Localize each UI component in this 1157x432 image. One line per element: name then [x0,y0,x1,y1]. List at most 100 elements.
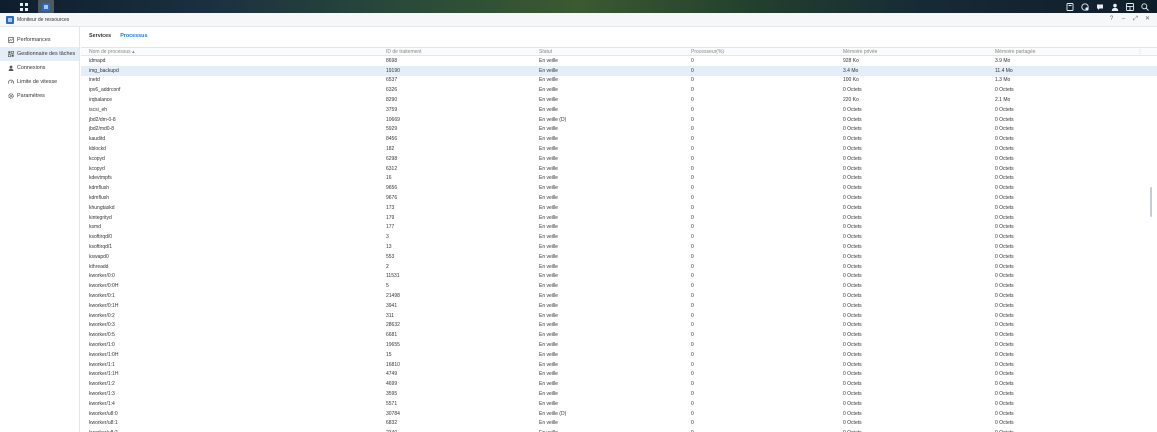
private-memory-cell: 0 Octets [843,263,862,270]
table-row[interactable]: idmapd 8698 En veille 0 928 Ko 3.9 Mo [81,56,1157,66]
table-row[interactable]: jbd2/dm-0-8 10669 En veille (D) 0 0 Octets 0 … [81,115,1157,125]
table-row[interactable]: kdmflush 9656 En veille 0 0 Octets 0 Octets [81,183,1157,193]
shared-memory-cell: 0 Octets [995,126,1014,133]
resource-monitor-app-icon[interactable] [38,0,54,13]
column-header-shared-memory[interactable]: Mémoire partagée [995,49,1135,55]
sidebar-item-performances[interactable]: Performances [0,33,79,47]
table-row[interactable]: jbd2/md0-8 5929 En veille 0 0 Octets 0 Octets [81,125,1157,135]
cpu-cell: 0 [691,273,694,280]
table-row[interactable]: kswapd0 553 En veille 0 0 Octets 0 Octets [81,252,1157,262]
table-row[interactable]: kworker/1:4 5571 En veille 0 0 Octets 0 Octet… [81,399,1157,409]
table-row[interactable]: khungtaskd 173 En veille 0 0 Octets 0 Octets [81,203,1157,213]
cpu-cell: 0 [691,155,694,162]
table-row[interactable]: irqbalance 8290 En veille 0 220 Ko 2.1 Mo [81,95,1157,105]
table-row[interactable]: kcopyd 6298 En veille 0 0 Octets 0 Octets [81,154,1157,164]
table-row[interactable]: iscsi_eh 3759 En veille 0 0 Octets 0 Octets [81,105,1157,115]
help-button[interactable]: ? [1108,16,1115,23]
table-row[interactable]: ksoftirqd/0 3 En veille 0 0 Octets 0 Octets [81,232,1157,242]
column-header-private-memory[interactable]: Mémoire privée [843,49,995,55]
process-name-cell: kswapd0 [89,253,109,260]
sidebar-item-settings[interactable]: Paramètres [0,89,79,103]
chat-icon[interactable] [1096,3,1104,11]
column-menu-icon[interactable]: ⋮ [1135,49,1145,55]
shared-memory-cell: 0 Octets [995,273,1014,280]
table-row[interactable]: kdevtmpfs 16 En veille 0 0 Octets 0 Octets [81,174,1157,184]
performance-icon [8,37,14,43]
table-row[interactable]: kintegrityd 179 En veille 0 0 Octets 0 Octets [81,213,1157,223]
table-row[interactable]: ipv6_addrconf 6326 En veille 0 0 Octets 0 Oct… [81,85,1157,95]
status-cell: En veille [539,263,558,270]
notes-icon[interactable] [1066,2,1074,11]
sidebar-item-connections[interactable]: Connexions [0,61,79,75]
table-row[interactable]: kworker/0:5 6681 En veille 0 0 Octets 0 Octet… [81,330,1157,340]
status-cell: En veille [539,381,558,388]
shared-memory-cell: 0 Octets [995,342,1014,348]
table-row[interactable]: kworker/1:0 19655 En veille 0 0 Octets 0 Octe… [81,340,1157,350]
column-header-process-name[interactable]: Nom de processus ▴ [81,49,386,55]
shared-memory-cell: 0 Octets [995,87,1014,94]
taskbar [0,0,1157,13]
shared-memory-cell: 0 Octets [995,351,1014,358]
table-row[interactable]: kworker/0:1H 3941 En veille 0 0 Octets 0 Octe… [81,301,1157,311]
table-row[interactable]: kworker/0:2 311 En veille 0 0 Octets 0 Octets [81,311,1157,321]
table-row[interactable]: kdmflush 9676 En veille 0 0 Octets 0 Octets [81,193,1157,203]
column-header-cpu[interactable]: Processeur(%) [691,49,843,55]
table-row[interactable]: kthreadd 2 En veille 0 0 Octets 0 Octets [81,262,1157,272]
table-row[interactable]: kworker/1:2 4699 En veille 0 0 Octets 0 Octet… [81,379,1157,389]
minimize-button[interactable]: – [1120,16,1127,23]
table-row[interactable]: kworker/1:0H 15 En veille 0 0 Octets 0 Octets [81,350,1157,360]
table-row[interactable]: kworker/0:0H 5 En veille 0 0 Octets 0 Octets [81,281,1157,291]
pid-cell: 28632 [386,322,400,329]
status-cell: En veille [539,234,558,241]
status-cell: En veille [539,67,558,74]
table-row[interactable]: kauditd 8456 En veille 0 0 Octets 0 Octets [81,134,1157,144]
column-header-pid[interactable]: ID de traitement [386,49,539,55]
vertical-scrollbar[interactable] [1150,187,1152,217]
notification-icon[interactable] [1081,2,1089,11]
pid-cell: 6681 [386,332,398,339]
table-row[interactable]: kblockd 182 En veille 0 0 Octets 0 Octets [81,144,1157,154]
status-cell: En veille [539,97,558,104]
status-cell: En veille [539,302,558,309]
table-row[interactable]: img_backupd 19190 En veille 0 3.4 Mo 11.4 Mo [81,65,1157,76]
table-row[interactable]: kworker/u8:22340En veille00 Octets0 Octe… [81,428,1157,432]
apps-grid-icon[interactable] [16,0,32,13]
search-icon[interactable] [1141,2,1149,11]
private-memory-cell: 3.4 Mo [843,67,859,74]
cpu-cell: 0 [691,234,694,241]
main-panel: Services Processus Nom de processus ▴ ID… [81,27,1157,432]
table-row[interactable]: kcopyd 6312 En veille 0 0 Octets 0 Octets [81,164,1157,174]
process-name-cell: ksmd [89,224,101,231]
private-memory-cell: 0 Octets [843,155,862,162]
pid-cell: 4699 [386,381,398,388]
shared-memory-cell: 0 Octets [995,175,1014,182]
task-manager-icon [8,51,14,57]
shared-memory-cell: 0 Octets [995,361,1014,368]
private-memory-cell: 0 Octets [843,214,862,221]
maximize-button[interactable]: ⤢ [1132,16,1139,23]
sidebar-item-task-manager[interactable]: Gestionnaire des tâches [0,47,79,61]
sidebar-item-speed-limit[interactable]: Limite de vitesse [0,75,79,89]
widgets-icon[interactable] [1126,2,1134,11]
tab-processes[interactable]: Processus [120,33,147,39]
process-name-cell: kdmflush [89,185,110,192]
window-titlebar: Moniteur de ressources ? – ⤢ ✕ [0,13,1157,27]
tab-services[interactable]: Services [89,33,111,39]
cpu-cell: 0 [691,195,694,202]
table-row[interactable]: kworker/u8:1 6832 En veille 0 0 Octets 0 Octe… [81,418,1157,428]
column-header-status[interactable]: Statut [539,49,691,55]
table-row[interactable]: ksoftirqd/1 13 En veille 0 0 Octets 0 Octets [81,242,1157,252]
table-row[interactable]: kworker/u8:0 30784 En veille (D) 0 0 Octets 0… [81,409,1157,419]
cpu-cell: 0 [691,244,694,251]
table-row[interactable]: kworker/0:1 21498 En veille 0 0 Octets 0 Octe… [81,291,1157,301]
close-button[interactable]: ✕ [1144,16,1151,23]
table-row[interactable]: kworker/1:1 16810 En veille 0 0 Octets 0 Octe… [81,360,1157,370]
table-row[interactable]: kworker/0:0 11531 En veille 0 0 Octets 0 Octe… [81,272,1157,282]
table-row[interactable]: kworker/1:1H 4749 En veille 0 0 Octets 0 Octe… [81,370,1157,380]
table-row[interactable]: ksmd 177 En veille 0 0 Octets 0 Octets [81,223,1157,233]
user-icon[interactable] [1111,3,1119,11]
table-row[interactable]: kworker/1:3 3595 En veille 0 0 Octets 0 Octet… [81,389,1157,399]
table-row[interactable]: inetd 6537 En veille 0 100 Ko 1.3 Mo [81,76,1157,86]
status-cell: En veille [539,361,558,368]
table-row[interactable]: kworker/0:3 28632 En veille 0 0 Octets 0 Octe… [81,321,1157,331]
